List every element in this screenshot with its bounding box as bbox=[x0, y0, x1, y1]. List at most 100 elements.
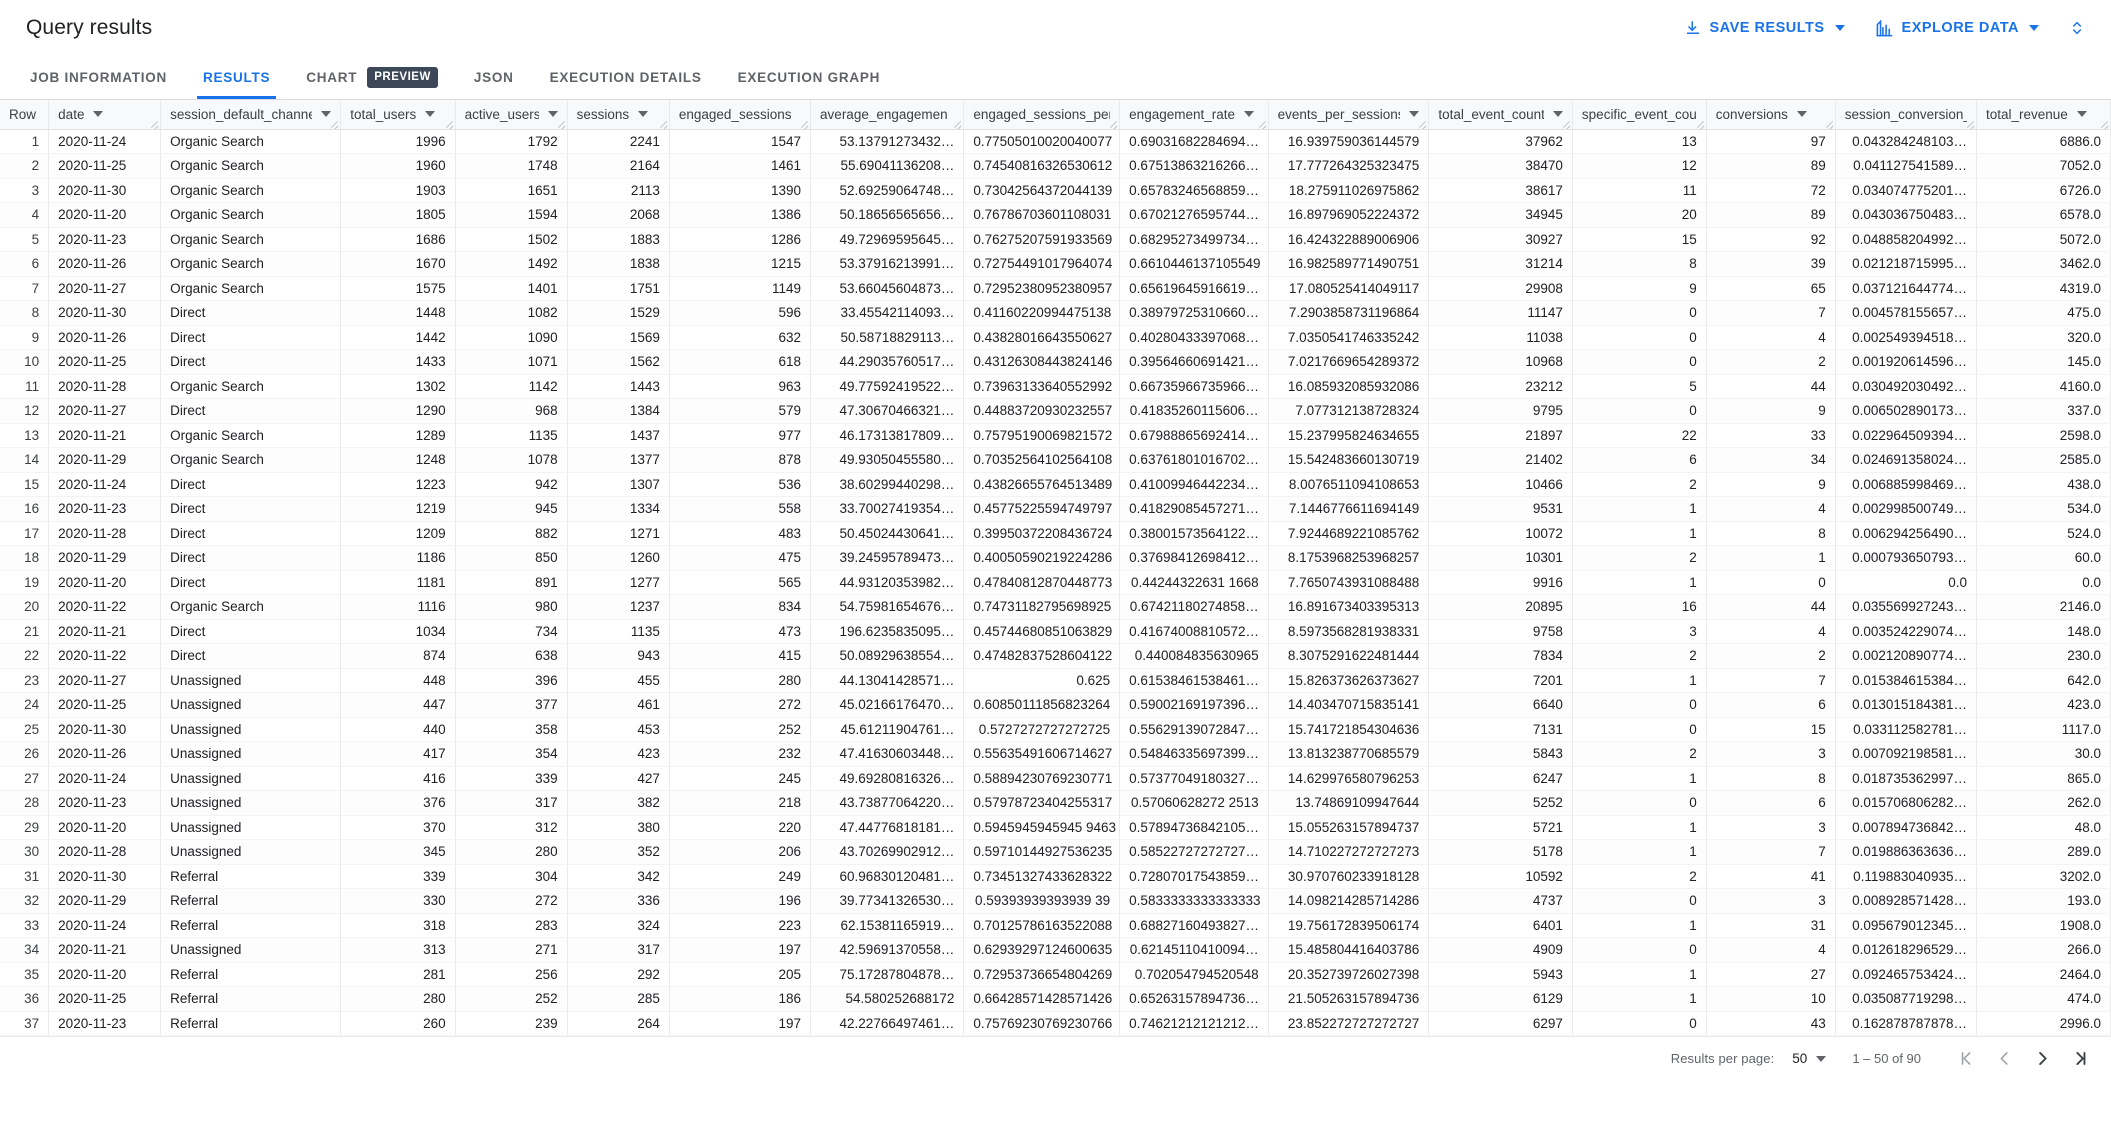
table-row[interactable]: 22 2020-11-22 Direct 874 638 943 415 50.0892963… bbox=[0, 643, 2111, 669]
table-row[interactable]: 33 2020-11-24 Referral 318 283 324 223 62.15381… bbox=[0, 913, 2111, 938]
cell-conversions: 43 bbox=[1706, 1011, 1836, 1036]
column-resize-handle[interactable] bbox=[2100, 119, 2109, 128]
table-row[interactable]: 17 2020-11-28 Direct 1209 882 1271 483 50.45024… bbox=[0, 521, 2111, 546]
column-header-session_default_channel_group[interactable]: session_default_channel_group bbox=[160, 100, 342, 130]
column-header-label: average_engagemen bbox=[820, 106, 948, 122]
previous-page-icon[interactable] bbox=[1985, 1040, 2023, 1078]
sort-menu-icon[interactable] bbox=[425, 111, 436, 118]
tab-chart[interactable]: CHART PREVIEW bbox=[288, 56, 456, 99]
column-resize-handle[interactable] bbox=[1109, 119, 1118, 128]
table-row[interactable]: 31 2020-11-30 Referral 339 304 342 249 60.96830… bbox=[0, 864, 2111, 889]
table-row[interactable]: 18 2020-11-29 Direct 1186 850 1260 475 39.24595… bbox=[0, 545, 2111, 571]
table-row[interactable]: 1 2020-11-24 Organic Search 1996 1792 2241 154… bbox=[0, 129, 2111, 154]
column-resize-handle[interactable] bbox=[1418, 119, 1427, 128]
table-row[interactable]: 32 2020-11-29 Referral 330 272 336 196 39.77341… bbox=[0, 888, 2111, 914]
cell-specific_event_count: 1 bbox=[1572, 766, 1707, 791]
sort-menu-icon[interactable] bbox=[1409, 111, 1420, 118]
table-row[interactable]: 6 2020-11-26 Organic Search 1670 1492 1838 121… bbox=[0, 251, 2111, 277]
column-resize-handle[interactable] bbox=[445, 119, 454, 128]
table-row[interactable]: 29 2020-11-20 Unassigned 370 312 380 220 47.447… bbox=[0, 815, 2111, 840]
column-resize-handle[interactable] bbox=[1696, 119, 1705, 128]
column-header-events_per_sessions[interactable]: events_per_sessions bbox=[1268, 100, 1430, 130]
table-row[interactable]: 27 2020-11-24 Unassigned 416 339 427 245 49.692… bbox=[0, 766, 2111, 791]
table-row[interactable]: 28 2020-11-23 Unassigned 376 317 382 218 43.738… bbox=[0, 790, 2111, 816]
row-number-cell: 11 bbox=[0, 374, 50, 399]
column-header-total_revenue[interactable]: total_revenue bbox=[1976, 100, 2111, 130]
chevron-down-icon[interactable] bbox=[2029, 25, 2039, 31]
sort-menu-icon[interactable] bbox=[547, 111, 558, 118]
tab-json[interactable]: JSON bbox=[456, 56, 532, 99]
sort-menu-icon[interactable] bbox=[321, 111, 332, 118]
column-header-active_users[interactable]: active_users bbox=[455, 100, 568, 130]
save-results-button[interactable]: SAVE RESULTS bbox=[1680, 13, 1849, 43]
tab-job-information[interactable]: JOB INFORMATION bbox=[12, 56, 185, 99]
table-row[interactable]: 35 2020-11-20 Referral 281 256 292 205 75.17287… bbox=[0, 962, 2111, 987]
cell-date: 2020-11-20 bbox=[48, 570, 162, 595]
table-row[interactable]: 4 2020-11-20 Organic Search 1805 1594 2068 138… bbox=[0, 202, 2111, 228]
table-row[interactable]: 34 2020-11-21 Unassigned 313 271 317 197 42.596… bbox=[0, 937, 2111, 963]
column-header-average_engagemen[interactable]: average_engagemen bbox=[810, 100, 965, 130]
table-row[interactable]: 30 2020-11-28 Unassigned 345 280 352 206 43.702… bbox=[0, 839, 2111, 865]
sort-menu-icon[interactable] bbox=[1796, 111, 1807, 118]
vertical-scrollbar[interactable] bbox=[2105, 200, 2111, 1034]
table-row[interactable]: 23 2020-11-27 Unassigned 448 396 455 280 44.130… bbox=[0, 668, 2111, 693]
column-resize-handle[interactable] bbox=[800, 119, 809, 128]
first-page-icon[interactable] bbox=[1947, 1040, 1985, 1078]
column-header-specific_event_count[interactable]: specific_event_count bbox=[1572, 100, 1707, 130]
chevron-down-icon[interactable] bbox=[1834, 25, 1845, 31]
table-row[interactable]: 19 2020-11-20 Direct 1181 891 1277 565 44.93120… bbox=[0, 570, 2111, 595]
column-header-engaged_sessions_per_user[interactable]: engaged_sessions_per_user bbox=[963, 100, 1121, 130]
column-header-engagement_rate[interactable]: engagement_rate bbox=[1119, 100, 1269, 130]
column-resize-handle[interactable] bbox=[1825, 119, 1834, 128]
sort-menu-icon[interactable] bbox=[93, 111, 104, 118]
column-header-sessions[interactable]: sessions bbox=[567, 100, 670, 130]
table-row[interactable]: 26 2020-11-26 Unassigned 417 354 423 232 47.416… bbox=[0, 741, 2111, 767]
table-row[interactable]: 36 2020-11-25 Referral 280 252 285 186 54.58025… bbox=[0, 986, 2111, 1012]
table-row[interactable]: 16 2020-11-23 Direct 1219 945 1334 558 33.70027… bbox=[0, 496, 2111, 522]
results-table-container[interactable]: Row date session_default_channel_group tot… bbox=[0, 100, 2111, 1080]
table-row[interactable]: 2 2020-11-25 Organic Search 1960 1748 2164 146… bbox=[0, 153, 2111, 179]
sort-menu-icon[interactable] bbox=[1552, 111, 1563, 118]
column-resize-handle[interactable] bbox=[1966, 119, 1975, 128]
column-resize-handle[interactable] bbox=[953, 119, 962, 128]
column-resize-handle[interactable] bbox=[150, 119, 159, 128]
column-resize-handle[interactable] bbox=[330, 119, 339, 128]
column-header-session_conversion_[interactable]: session_conversion_ bbox=[1835, 100, 1977, 130]
table-row[interactable]: 12 2020-11-27 Direct 1290 968 1384 579 47.30670… bbox=[0, 398, 2111, 424]
column-resize-handle[interactable] bbox=[1258, 119, 1267, 128]
table-row[interactable]: 24 2020-11-25 Unassigned 447 377 461 272 45.021… bbox=[0, 692, 2111, 718]
column-header-total_event_count[interactable]: total_event_count bbox=[1428, 100, 1573, 130]
table-row[interactable]: 10 2020-11-25 Direct 1433 1071 1562 618 44.2903… bbox=[0, 349, 2111, 375]
next-page-icon[interactable] bbox=[2023, 1040, 2061, 1078]
column-header-total_users[interactable]: total_users bbox=[340, 100, 456, 130]
table-row[interactable]: 20 2020-11-22 Organic Search 1116 980 1237 834… bbox=[0, 594, 2111, 620]
tab-execution-details[interactable]: EXECUTION DETAILS bbox=[532, 56, 720, 99]
column-resize-handle[interactable] bbox=[557, 119, 566, 128]
column-resize-handle[interactable] bbox=[659, 119, 668, 128]
table-row[interactable]: 3 2020-11-30 Organic Search 1903 1651 2113 139… bbox=[0, 178, 2111, 203]
sort-menu-icon[interactable] bbox=[638, 111, 649, 118]
table-row[interactable]: 5 2020-11-23 Organic Search 1686 1502 1883 128… bbox=[0, 227, 2111, 252]
last-page-icon[interactable] bbox=[2061, 1040, 2099, 1078]
sort-menu-icon[interactable] bbox=[1244, 111, 1255, 118]
table-row[interactable]: 9 2020-11-26 Direct 1442 1090 1569 632 50.58718… bbox=[0, 325, 2111, 350]
table-row[interactable]: 13 2020-11-21 Organic Search 1289 1135 1437 97… bbox=[0, 423, 2111, 448]
table-row[interactable]: 8 2020-11-30 Direct 1448 1082 1529 596 33.45542… bbox=[0, 300, 2111, 326]
table-row[interactable]: 11 2020-11-28 Organic Search 1302 1142 1443 96… bbox=[0, 374, 2111, 399]
column-resize-handle[interactable] bbox=[1562, 119, 1571, 128]
table-row[interactable]: 21 2020-11-21 Direct 1034 734 1135 473 196.6235… bbox=[0, 619, 2111, 644]
table-row[interactable]: 15 2020-11-24 Direct 1223 942 1307 536 38.60299… bbox=[0, 472, 2111, 497]
column-header-conversions[interactable]: conversions bbox=[1706, 100, 1836, 130]
tab-execution-graph[interactable]: EXECUTION GRAPH bbox=[720, 56, 899, 99]
tab-results[interactable]: RESULTS bbox=[185, 56, 288, 99]
table-row[interactable]: 14 2020-11-29 Organic Search 1248 1078 1377 87… bbox=[0, 447, 2111, 473]
column-header-date[interactable]: date bbox=[48, 100, 162, 130]
table-row[interactable]: 37 2020-11-23 Referral 260 239 264 197 42.22766… bbox=[0, 1011, 2111, 1036]
table-row[interactable]: 25 2020-11-30 Unassigned 440 358 453 252 45.612… bbox=[0, 717, 2111, 742]
table-row[interactable]: 7 2020-11-27 Organic Search 1575 1401 1751 114… bbox=[0, 276, 2111, 301]
explore-data-button[interactable]: EXPLORE DATA bbox=[1871, 13, 2043, 44]
page-size-select[interactable]: 50 bbox=[1792, 1051, 1827, 1066]
sort-menu-icon[interactable] bbox=[2076, 111, 2087, 118]
column-header-engaged_sessions[interactable]: engaged_sessions bbox=[669, 100, 812, 130]
expand-collapse-icon[interactable] bbox=[2065, 15, 2089, 41]
